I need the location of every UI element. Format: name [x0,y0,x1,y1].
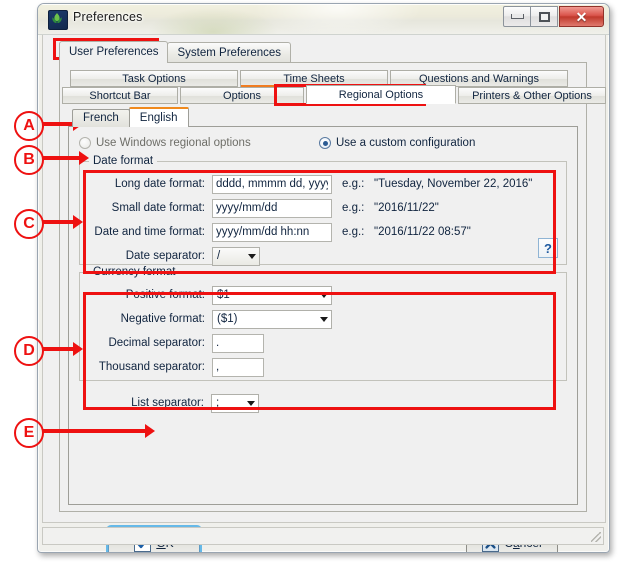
positive-format-value: $1 [217,289,230,301]
tab-french[interactable]: French [72,109,130,127]
negative-format-label: Negative format: [120,313,205,325]
eg-label-long: e.g.: [342,178,365,190]
form-panel: User Preferences System Preferences Task… [42,35,606,523]
chevron-down-icon [316,311,331,328]
tab-printers-and-other-options[interactable]: Printers & Other Options [458,87,606,104]
window-title: Preferences [73,10,143,24]
annotation-arrow-d [42,342,83,356]
tab-english[interactable]: English [128,107,189,127]
annotation-marker-b: B [14,145,44,175]
date-separator-label: Date separator: [125,250,205,262]
tab-shortcut-bar[interactable]: Shortcut Bar [62,87,178,104]
list-separator-value: ; [216,397,220,409]
date-format-group: Date format Long date format: e.g.: "Tues… [79,155,567,266]
long-date-format-input[interactable] [212,174,332,194]
long-date-format-example: e.g.: "Tuesday, November 22, 2016" [342,178,532,190]
radio-indicator-custom [319,137,331,149]
window-controls: ✕ [503,6,604,27]
date-and-time-format-label: Date and time format: [94,226,205,238]
radio-label-custom: Use a custom configuration [336,137,476,149]
decimal-separator-label: Decimal separator: [108,337,205,349]
language-tab-strip: French English [72,107,189,127]
configuration-source-radio-group: Use Windows regional options Use a custo… [79,137,567,155]
eg-label-datetime: e.g.: [342,226,365,238]
annotation-marker-a: A [14,111,44,141]
eg-value-datetime: "2016/11/22 08:57" [374,226,471,238]
eg-value-long: "Tuesday, November 22, 2016" [374,178,533,190]
help-button[interactable]: ? [538,238,558,258]
chevron-down-icon [243,395,258,412]
currency-format-group-title: Currency format [89,266,180,278]
eg-label-small: e.g.: [342,202,365,214]
thousand-separator-input[interactable] [212,357,264,377]
annotation-arrow-b [42,151,89,165]
long-date-format-label: Long date format: [114,178,205,190]
preferences-window: Preferences ✕ User Preferences System Pr… [37,3,610,553]
tab-regional-options[interactable]: Regional Options [306,85,456,104]
app-leaf-icon [48,10,68,30]
chevron-down-icon [316,287,331,304]
annotation-marker-d: D [14,336,44,366]
english-settings-panel: Use Windows regional options Use a custo… [68,126,578,505]
eg-value-small: "2016/11/22" [374,202,439,214]
positive-format-label: Positive format: [125,289,205,301]
small-date-format-label: Small date format: [111,202,205,214]
list-separator-label: List separator: [131,397,204,409]
tab-user-preferences[interactable]: User Preferences [59,41,169,63]
close-icon: ✕ [575,8,588,25]
date-format-group-title: Date format [89,155,158,167]
positive-format-dropdown[interactable]: $1 [212,285,332,305]
client-area: User Preferences System Preferences Task… [42,35,606,552]
status-bar [42,527,604,545]
currency-format-group: Currency format Positive format: $1 Nega… [79,266,567,381]
small-date-format-example: e.g.: "2016/11/22" [342,202,439,214]
date-and-time-format-input[interactable] [212,222,332,242]
radio-use-windows-regional-options[interactable]: Use Windows regional options [79,137,251,149]
user-preferences-panel: Task Options Time Sheets Questions and W… [59,62,606,512]
minimize-icon [510,14,524,19]
resize-grip-icon[interactable] [591,532,601,542]
language-panel: French English Use Windows regional opti… [68,107,578,505]
date-and-time-format-example: e.g.: "2016/11/22 08:57" [342,226,471,238]
tab-options[interactable]: Options [180,87,304,104]
tab-system-preferences[interactable]: System Preferences [167,42,292,63]
chevron-down-icon [244,248,259,265]
thousand-separator-label: Thousand separator: [98,361,205,373]
annotation-arrow-e [42,424,155,438]
date-separator-value: / [217,250,221,262]
minimize-button[interactable] [503,6,531,27]
maximize-icon [538,11,550,22]
annotation-marker-e: E [14,418,44,448]
annotation-arrow-c [42,215,83,229]
close-button[interactable]: ✕ [559,6,604,27]
maximize-button[interactable] [530,6,558,27]
top-tab-strip: User Preferences System Preferences [59,41,292,63]
category-tab-row-2: Shortcut Bar Options Regional Options Pr… [62,85,608,104]
annotation-arrow-a [42,117,83,131]
annotation-marker-c: C [14,209,44,239]
small-date-format-input[interactable] [212,198,332,218]
radio-label-windows: Use Windows regional options [96,137,251,149]
tab-time-sheets-label: Time Sheets [283,73,345,85]
title-bar: Preferences ✕ [38,4,609,35]
list-separator-dropdown[interactable]: ; [211,393,259,413]
decimal-separator-input[interactable] [212,333,264,353]
date-separator-dropdown[interactable]: / [212,246,260,266]
negative-format-value: ($1) [217,313,238,325]
radio-use-custom-configuration[interactable]: Use a custom configuration [319,137,475,149]
radio-indicator-windows [79,137,91,149]
list-separator-row: List separator: ; [79,393,259,413]
tab-task-options[interactable]: Task Options [70,70,238,87]
negative-format-dropdown[interactable]: ($1) [212,309,332,329]
